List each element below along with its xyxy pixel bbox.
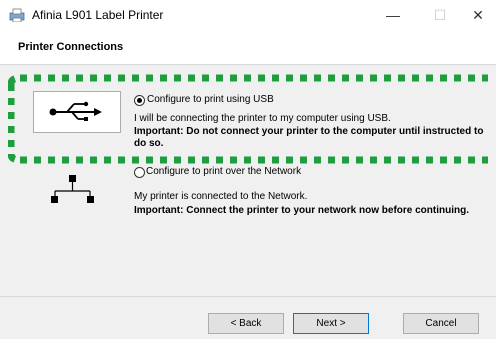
network-option-label[interactable]: Configure to print over the Network [146,166,301,177]
network-icon-box [33,173,119,205]
maximize-icon: ☐ [433,6,447,23]
header-panel: Printer Connections [0,31,496,65]
usb-radio[interactable] [134,95,145,106]
usb-icon [49,101,102,121]
title-bar[interactable]: Afinia L901 Label Printer — ☐ ✕ [0,0,496,31]
network-description: My printer is connected to the Network. [134,191,308,202]
close-button[interactable]: ✕ [460,0,496,30]
maximize-button[interactable]: ☐ [418,0,462,30]
close-icon: ✕ [472,6,484,23]
footer-separator [0,296,496,297]
window-title: Afinia L901 Label Printer [32,8,164,22]
network-radio[interactable] [134,167,145,178]
network-important-note: Important: Connect the printer to your n… [134,205,469,216]
usb-icon-box [33,91,121,133]
back-button[interactable]: < Back [208,313,284,334]
network-icon [51,175,94,203]
usb-option-label[interactable]: Configure to print using USB [147,94,274,105]
page-title: Printer Connections [18,41,124,53]
cancel-button[interactable]: Cancel [403,313,479,334]
usb-important-note: Important: Do not connect your printer t… [134,126,484,149]
installer-window: Afinia L901 Label Printer — ☐ ✕ Printer … [0,0,496,339]
next-button[interactable]: Next > [293,313,369,334]
minimize-icon: — [386,7,400,23]
usb-description: I will be connecting the printer to my c… [134,113,391,124]
minimize-button[interactable]: — [371,0,415,30]
printer-app-icon [9,8,25,22]
